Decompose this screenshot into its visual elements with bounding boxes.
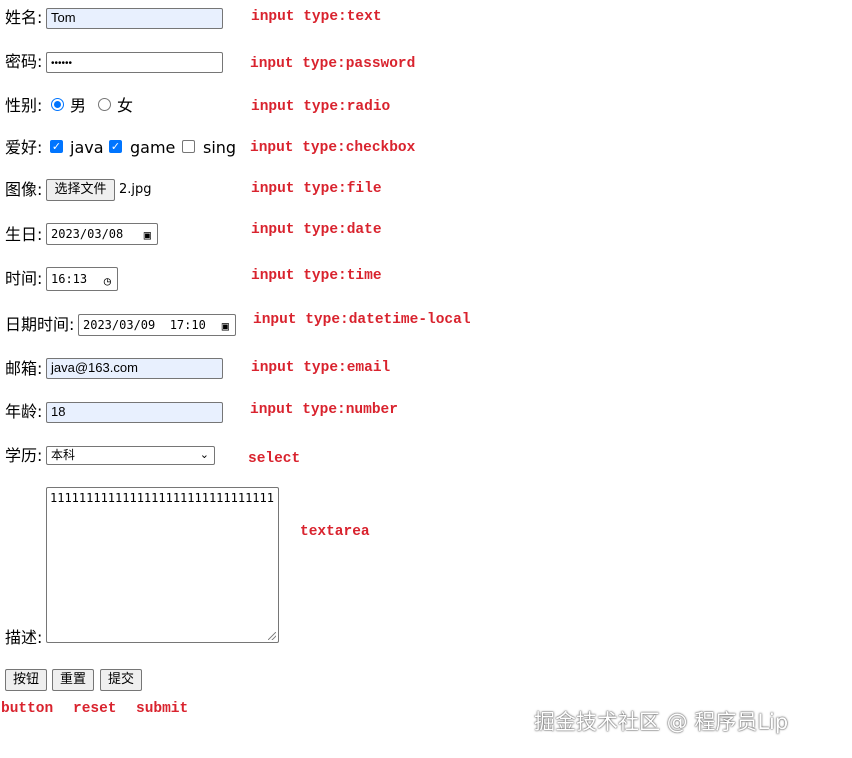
name-label: 姓名: — [5, 8, 43, 27]
submit-type-note: submit — [136, 701, 189, 717]
checkmark-icon: ✓ — [51, 140, 62, 153]
hobby-sing-label: sing — [203, 138, 237, 157]
email-input[interactable]: java@163.com — [46, 358, 223, 379]
birthday-value: 2023/03/08 — [51, 227, 124, 241]
birthday-type-note: input type:date — [251, 222, 382, 238]
time-value: 16:13 — [51, 272, 88, 286]
hobby-java-checkbox[interactable]: ✓ — [50, 140, 63, 153]
name-type-note: input type:text — [251, 9, 382, 25]
gender-female-radio[interactable] — [98, 98, 111, 111]
description-value: 1111111111111111111111111111111 — [50, 491, 274, 505]
calendar-icon[interactable]: ▣ — [222, 316, 229, 336]
choose-file-button[interactable]: 选择文件 — [46, 179, 115, 201]
reset-type-note: reset — [73, 701, 117, 717]
gender-female-label: 女 — [117, 96, 134, 115]
age-number-input[interactable]: 18 — [46, 402, 223, 423]
datetime-local-input[interactable]: 2023/03/09 17:10 ▣ — [78, 314, 236, 336]
datetime-type-note: input type:datetime-local — [253, 312, 471, 328]
education-select[interactable]: 本科 ⌄ — [46, 446, 215, 465]
education-value: 本科 — [51, 448, 76, 462]
calendar-icon[interactable]: ▣ — [144, 225, 151, 245]
button-type-note: button — [1, 701, 54, 717]
datetime-label: 日期时间: — [5, 315, 75, 334]
password-input[interactable]: •••••• — [46, 52, 223, 73]
hobby-game-checkbox[interactable]: ✓ — [109, 140, 122, 153]
hobby-label: 爱好: — [5, 138, 43, 157]
education-type-note: select — [248, 451, 301, 467]
hobby-type-note: input type:checkbox — [250, 140, 416, 156]
image-type-note: input type:file — [251, 181, 382, 197]
email-label: 邮箱: — [5, 359, 43, 378]
gender-male-radio[interactable] — [51, 98, 64, 111]
age-label: 年龄: — [5, 402, 43, 421]
resize-grip-icon[interactable] — [268, 632, 276, 640]
time-type-note: input type:time — [251, 268, 382, 284]
hobby-java-label: java — [70, 138, 104, 157]
password-type-note: input type:password — [250, 56, 416, 72]
name-value: Tom — [51, 10, 76, 25]
email-type-note: input type:email — [251, 360, 391, 376]
birthday-label: 生日: — [5, 225, 43, 244]
name-input[interactable]: Tom — [46, 8, 223, 29]
reset-button[interactable]: 重置 — [52, 669, 94, 691]
description-textarea[interactable]: 1111111111111111111111111111111 — [46, 487, 279, 643]
chevron-down-icon: ⌄ — [199, 449, 209, 461]
submit-button[interactable]: 提交 — [100, 669, 142, 691]
hobby-game-label: game — [130, 138, 176, 157]
checkmark-icon: ✓ — [110, 140, 121, 153]
birthday-date-input[interactable]: 2023/03/08 ▣ — [46, 223, 158, 245]
gender-male-label: 男 — [70, 96, 87, 115]
clock-icon[interactable]: ◷ — [104, 270, 111, 292]
age-value: 18 — [51, 404, 66, 419]
password-label: 密码: — [5, 52, 43, 71]
button-button[interactable]: 按钮 — [5, 669, 47, 691]
time-input[interactable]: 16:13 ◷ — [46, 267, 118, 291]
gender-label: 性别: — [5, 96, 43, 115]
gender-type-note: input type:radio — [251, 99, 391, 115]
watermark-text: 掘金技术社区 @ 程序员Lip — [534, 710, 789, 734]
description-label: 描述: — [5, 628, 43, 647]
time-label: 时间: — [5, 269, 43, 288]
hobby-sing-checkbox[interactable] — [182, 140, 195, 153]
file-name: 2.jpg — [119, 182, 152, 197]
datetime-value: 2023/03/09 17:10 — [83, 318, 206, 332]
age-type-note: input type:number — [250, 402, 398, 418]
email-value: java@163.com — [51, 360, 138, 375]
description-type-note: textarea — [300, 524, 370, 540]
password-value: •••••• — [51, 58, 73, 69]
education-label: 学历: — [5, 446, 43, 465]
image-label: 图像: — [5, 180, 43, 199]
